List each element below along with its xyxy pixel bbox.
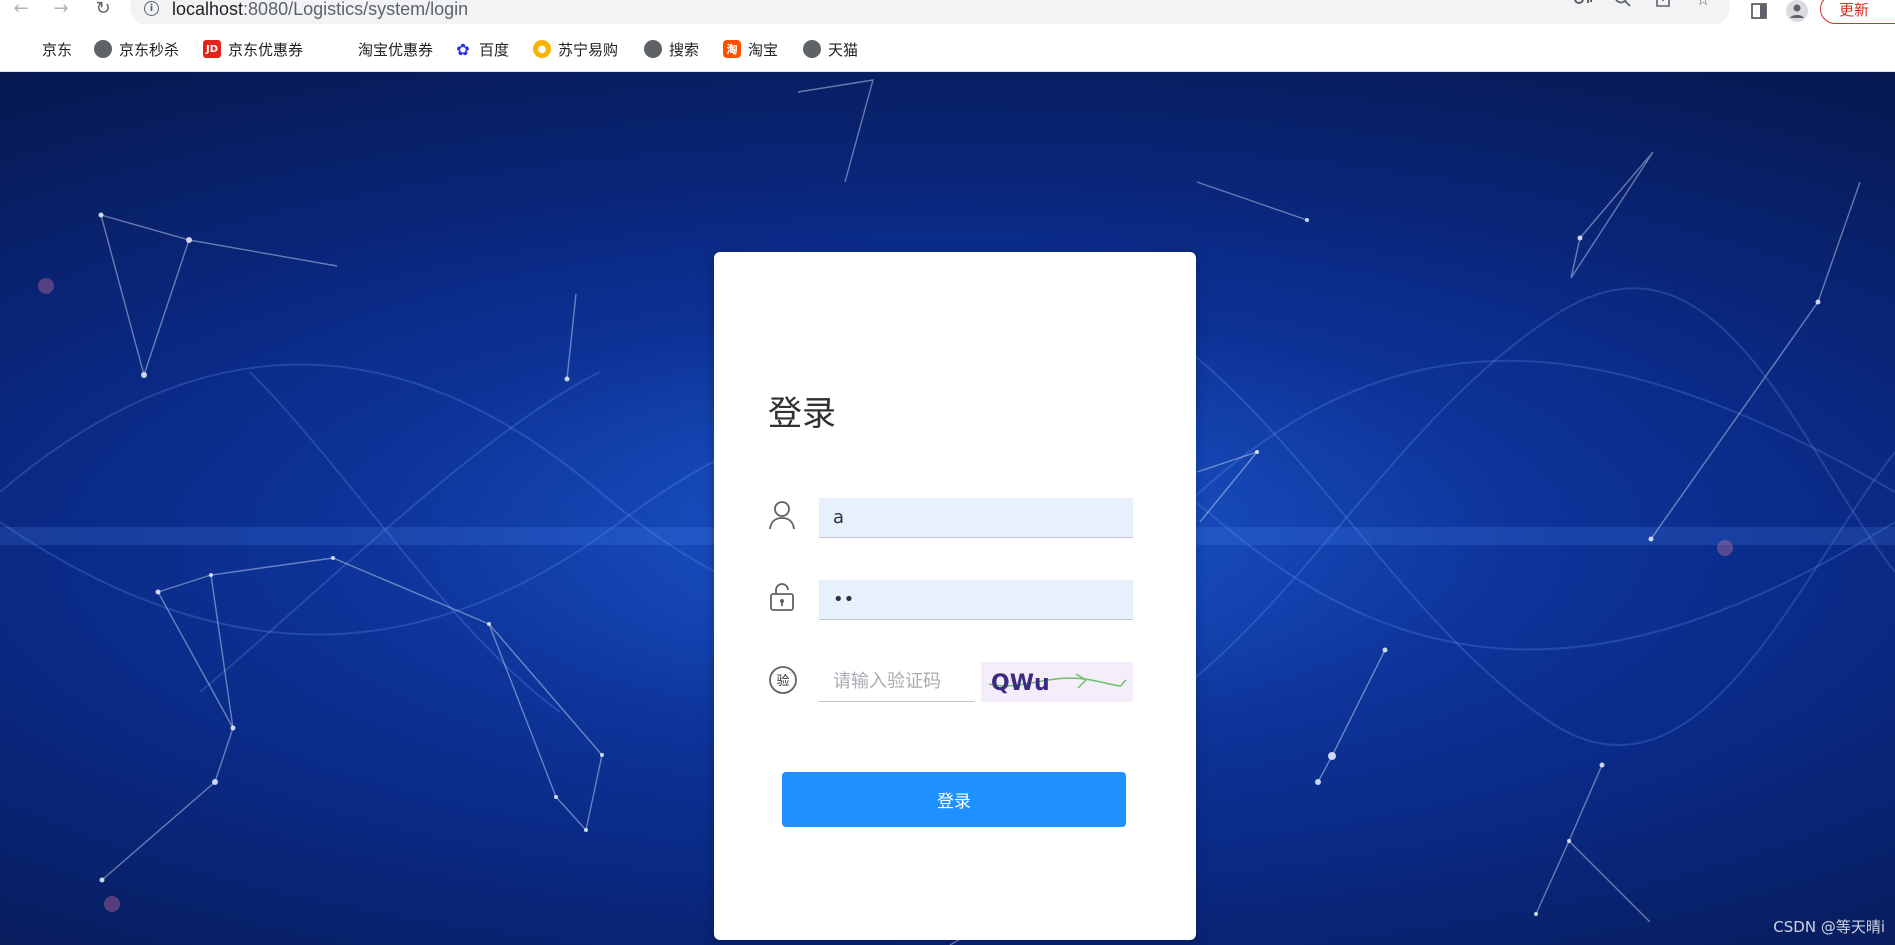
svg-text:验: 验	[776, 673, 789, 689]
bookmarks-bar: 京东 京东秒杀 JD 京东优惠券 淘宝优惠券 ✿ 百度 ● 苏宁易购 搜索 淘 …	[0, 24, 1895, 72]
username-input[interactable]	[819, 498, 1133, 538]
browser-toolbar: ← → ↻ i localhost:8080/Logistics/system/…	[0, 0, 1895, 24]
bookmark-jd-coupon[interactable]: JD 京东优惠券	[203, 38, 303, 60]
bookmark-jd-seckill[interactable]: 京东秒杀	[94, 38, 179, 60]
suning-icon: ●	[533, 40, 551, 58]
profile-avatar-icon[interactable]	[1786, 0, 1808, 22]
bookmark-label: 淘宝优惠券	[358, 40, 434, 59]
watermark: CSDN @等天晴i	[1773, 918, 1885, 936]
login-title: 登录	[768, 394, 836, 434]
captcha-input[interactable]	[819, 662, 975, 702]
update-button[interactable]: 更新	[1820, 0, 1895, 24]
globe-icon	[644, 40, 662, 58]
bookmark-suning[interactable]: ● 苏宁易购	[533, 38, 618, 60]
captcha-icon: 验	[768, 665, 798, 695]
captcha-image[interactable]: QWu	[981, 662, 1133, 702]
share-icon[interactable]	[1652, 0, 1674, 10]
bookmark-taobao[interactable]: 淘 淘宝	[723, 38, 778, 60]
bookmark-baidu[interactable]: ✿ 百度	[454, 38, 509, 60]
login-page-background: 登录 验 QWu 登录 CSDN @等天晴i	[0, 72, 1895, 945]
unlock-icon	[768, 582, 798, 612]
bookmark-star-icon[interactable]: ☆	[1692, 0, 1714, 10]
baidu-icon: ✿	[456, 39, 470, 59]
bookmark-taobao-coupon[interactable]: 淘宝优惠券	[358, 38, 433, 60]
login-card: 登录 验 QWu 登录	[714, 252, 1196, 940]
address-bar[interactable]: i localhost:8080/Logistics/system/login …	[130, 0, 1730, 24]
captcha-text: QWu	[991, 671, 1050, 696]
bookmark-jd[interactable]: 京东	[42, 38, 72, 60]
zoom-icon[interactable]	[1612, 0, 1634, 10]
bookmark-label: 天猫	[828, 40, 859, 59]
globe-icon	[803, 40, 821, 58]
site-info-icon[interactable]: i	[144, 1, 159, 16]
back-arrow-icon[interactable]: ←	[10, 0, 32, 20]
bookmark-label: 京东秒杀	[119, 40, 180, 59]
bookmark-label: 百度	[479, 40, 510, 59]
user-icon	[768, 500, 798, 530]
bookmark-label: 淘宝	[748, 40, 779, 59]
globe-icon	[94, 40, 112, 58]
taobao-icon: 淘	[723, 40, 741, 58]
reload-icon[interactable]: ↻	[92, 0, 114, 20]
login-button[interactable]: 登录	[782, 772, 1126, 827]
bookmark-label: 京东优惠券	[228, 40, 304, 59]
bookmark-label: 搜索	[669, 40, 700, 59]
bookmark-tmall[interactable]: 天猫	[803, 38, 858, 60]
password-input[interactable]	[819, 580, 1133, 620]
url-text[interactable]: localhost:8080/Logistics/system/login	[172, 0, 468, 20]
jd-icon: JD	[203, 40, 221, 58]
side-panel-icon[interactable]	[1748, 0, 1770, 22]
bookmark-label: 京东	[42, 40, 73, 59]
bookmark-label: 苏宁易购	[558, 40, 619, 59]
key-icon[interactable]	[1572, 0, 1594, 10]
forward-arrow-icon[interactable]: →	[50, 0, 72, 20]
bookmark-search[interactable]: 搜索	[644, 38, 699, 60]
